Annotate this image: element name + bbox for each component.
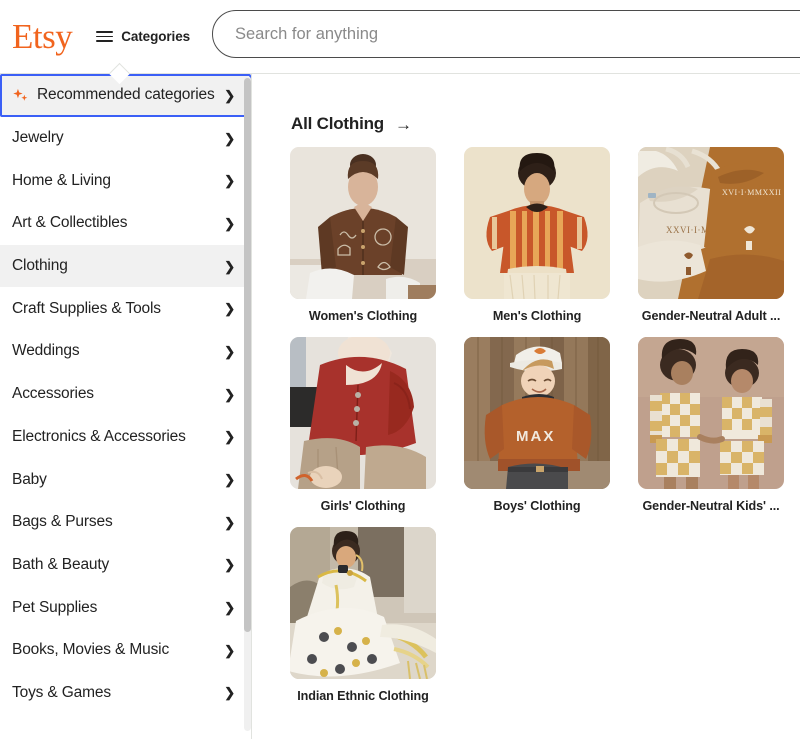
category-content-panel: All Clothing → Women's Clothing Men's Cl… bbox=[253, 74, 800, 739]
sidebar-item-label: Bags & Purses bbox=[12, 513, 113, 531]
sidebar-item-electronics-and-accessories[interactable]: Electronics & Accessories ❯ bbox=[0, 416, 251, 459]
sidebar-item-toys-and-games[interactable]: Toys & Games ❯ bbox=[0, 672, 251, 715]
sidebar-item-home-and-living[interactable]: Home & Living ❯ bbox=[0, 159, 251, 202]
chevron-right-icon: ❯ bbox=[224, 557, 235, 573]
chevron-right-icon: ❯ bbox=[224, 386, 235, 402]
sidebar-item-baby[interactable]: Baby ❯ bbox=[0, 458, 251, 501]
sidebar-item-bath-and-beauty[interactable]: Bath & Beauty ❯ bbox=[0, 544, 251, 587]
chevron-right-icon: ❯ bbox=[224, 301, 235, 317]
chevron-right-icon: ❯ bbox=[224, 429, 235, 445]
sidebar-item-label: Recommended categories bbox=[37, 86, 215, 104]
sidebar-scrollbar-thumb[interactable] bbox=[244, 78, 251, 632]
sidebar-item-recommended-categories[interactable]: Recommended categories ❯ bbox=[0, 74, 251, 117]
chevron-right-icon: ❯ bbox=[224, 215, 235, 231]
sidebar-item-label: Accessories bbox=[12, 385, 94, 403]
category-card-indian-ethnic-clothing[interactable]: Indian Ethnic Clothing bbox=[290, 527, 436, 703]
sidebar-item-label: Electronics & Accessories bbox=[12, 427, 186, 445]
chevron-right-icon: ❯ bbox=[224, 685, 235, 701]
chevron-right-icon: ❯ bbox=[224, 472, 235, 488]
chevron-right-icon: ❯ bbox=[224, 343, 235, 359]
chevron-right-icon: ❯ bbox=[224, 87, 235, 103]
search-input[interactable] bbox=[212, 10, 800, 58]
sidebar-item-jewelry[interactable]: Jewelry ❯ bbox=[0, 117, 251, 160]
all-clothing-link[interactable]: All Clothing → bbox=[291, 114, 412, 134]
category-card-label: Gender-Neutral Adult ... bbox=[641, 309, 781, 323]
category-list: Recommended categories ❯ Jewelry ❯ Home … bbox=[0, 74, 251, 714]
category-card-gender-neutral-adult-clothing[interactable]: XXVI·I·MMXXII XVI·I·MMXXII Gender-Neutra… bbox=[638, 147, 784, 323]
sidebar-item-clothing[interactable]: Clothing ❯ bbox=[0, 244, 251, 288]
category-card-label: Men's Clothing bbox=[492, 309, 582, 323]
etsy-logo[interactable]: Etsy bbox=[12, 19, 73, 54]
category-card-gender-neutral-kids-clothing[interactable]: Gender-Neutral Kids' ... bbox=[638, 337, 784, 513]
category-card-womens-clothing[interactable]: Women's Clothing bbox=[290, 147, 436, 323]
chevron-right-icon: ❯ bbox=[224, 642, 235, 658]
arrow-right-icon: → bbox=[394, 114, 412, 134]
category-card-image bbox=[464, 147, 610, 299]
category-card-label: Girls' Clothing bbox=[320, 499, 406, 513]
hamburger-icon bbox=[96, 30, 114, 43]
sidebar-item-label: Home & Living bbox=[12, 171, 111, 189]
category-card-label: Women's Clothing bbox=[308, 309, 418, 323]
sidebar-item-weddings[interactable]: Weddings ❯ bbox=[0, 330, 251, 373]
category-card-image: XXVI·I·MMXXII XVI·I·MMXXII bbox=[638, 147, 784, 299]
category-card-image bbox=[290, 147, 436, 299]
sidebar-item-label: Jewelry bbox=[12, 129, 64, 147]
section-title-text: All Clothing bbox=[291, 114, 384, 133]
svg-text:MAX: MAX bbox=[516, 428, 555, 445]
sidebar-item-label: Weddings bbox=[12, 342, 80, 360]
category-card-image: MAX bbox=[464, 337, 610, 489]
sidebar-item-pet-supplies[interactable]: Pet Supplies ❯ bbox=[0, 586, 251, 629]
sidebar-item-label: Clothing bbox=[12, 257, 68, 275]
chevron-right-icon: ❯ bbox=[224, 258, 235, 274]
svg-text:XVI·I·MMXXII: XVI·I·MMXXII bbox=[722, 188, 781, 197]
category-card-grid: Women's Clothing Men's Clothing XXVI·I·M… bbox=[290, 147, 784, 703]
sidebar-item-art-and-collectibles[interactable]: Art & Collectibles ❯ bbox=[0, 202, 251, 245]
sidebar-item-label: Pet Supplies bbox=[12, 598, 98, 616]
sidebar-item-label: Toys & Games bbox=[12, 683, 111, 701]
chevron-right-icon: ❯ bbox=[224, 514, 235, 530]
chevron-right-icon: ❯ bbox=[224, 600, 235, 616]
sidebar-item-craft-supplies-and-tools[interactable]: Craft Supplies & Tools ❯ bbox=[0, 287, 251, 330]
category-sidebar: Recommended categories ❯ Jewelry ❯ Home … bbox=[0, 74, 252, 739]
chevron-right-icon: ❯ bbox=[224, 173, 235, 189]
sidebar-item-bags-and-purses[interactable]: Bags & Purses ❯ bbox=[0, 501, 251, 544]
category-card-label: Gender-Neutral Kids' ... bbox=[642, 499, 780, 513]
search-bar[interactable] bbox=[212, 10, 800, 58]
category-card-image bbox=[638, 337, 784, 489]
sidebar-item-books-movies-and-music[interactable]: Books, Movies & Music ❯ bbox=[0, 629, 251, 672]
categories-button-label: Categories bbox=[121, 29, 191, 44]
category-card-mens-clothing[interactable]: Men's Clothing bbox=[464, 147, 610, 323]
sidebar-item-accessories[interactable]: Accessories ❯ bbox=[0, 373, 251, 416]
sidebar-item-label: Baby bbox=[12, 470, 47, 488]
category-card-boys-clothing[interactable]: MAX Boys' Clothing bbox=[464, 337, 610, 513]
category-card-label: Boys' Clothing bbox=[493, 499, 581, 513]
sidebar-item-label: Craft Supplies & Tools bbox=[12, 299, 161, 317]
chevron-right-icon: ❯ bbox=[224, 130, 235, 146]
category-card-label: Indian Ethnic Clothing bbox=[297, 689, 429, 703]
sidebar-item-label: Books, Movies & Music bbox=[12, 641, 170, 659]
sidebar-item-label: Bath & Beauty bbox=[12, 555, 110, 573]
site-header: Etsy Categories bbox=[0, 0, 800, 73]
category-card-image bbox=[290, 527, 436, 679]
category-card-girls-clothing[interactable]: Girls' Clothing bbox=[290, 337, 436, 513]
sparkle-icon bbox=[12, 88, 29, 105]
sidebar-item-label: Art & Collectibles bbox=[12, 214, 128, 232]
categories-button[interactable]: Categories bbox=[96, 29, 190, 44]
category-card-image bbox=[290, 337, 436, 489]
